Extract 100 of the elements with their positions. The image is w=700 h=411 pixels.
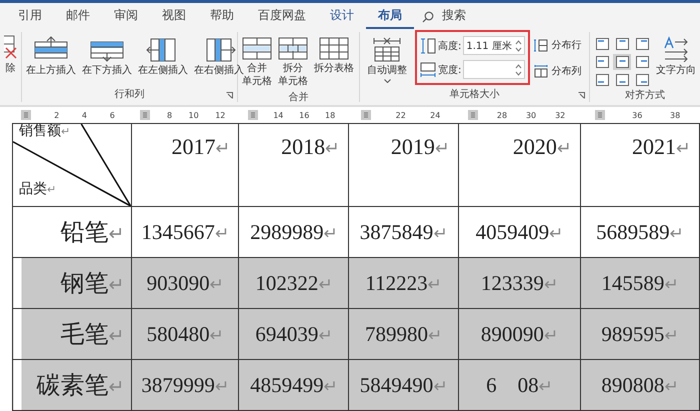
year-header: 2017↵ [171,134,230,160]
merge-table-icon [242,36,272,60]
text-direction-icon [663,36,689,62]
table-cell: 789980↵ [365,322,442,346]
align-icon [636,56,648,68]
table-cell: 694039↵ [255,322,332,346]
align-button[interactable] [633,72,651,88]
table-cell: 4059409↵ [476,220,564,244]
align-button[interactable] [613,72,631,88]
table-cell: 4859499↵ [250,372,338,396]
table-cell: 5849490↵ [360,372,448,396]
distribute-rows-icon [534,38,548,52]
delete-table-icon [4,34,18,60]
align-icon [616,74,628,86]
align-button[interactable] [593,72,611,88]
insert-button[interactable]: 在上方插入 [25,34,77,79]
ribbon-tab[interactable]: 布局 [366,4,414,29]
align-icon [636,74,648,86]
ruler-number: 36 [632,110,642,120]
column-marker-icon[interactable] [248,110,258,120]
insert-button[interactable]: 在右侧插入 [193,34,245,79]
search-tab[interactable]: 搜索 [434,4,478,29]
table-cell: 毛笔↵ [60,322,125,348]
align-icon [596,38,608,50]
ruler-number: 16 [299,110,310,120]
row-height-icon [420,38,436,54]
column-marker-icon[interactable] [361,110,372,120]
distribute-columns-icon [534,64,548,78]
column-marker-icon[interactable] [140,110,150,120]
split-button[interactable]: 拆分表格 [313,34,355,77]
table-cell: 2989989↵ [250,220,338,244]
delete-button[interactable]: 除 [6,62,16,75]
spin-arrows-icon[interactable] [515,38,522,52]
insert-button[interactable]: 在左侧插入 [137,34,189,79]
group-label: 行和列 [114,88,144,101]
align-button[interactable] [613,54,631,70]
column-marker-icon[interactable] [468,110,478,120]
ruler-number: 4 [82,110,88,120]
ruler-number: 6 [110,110,115,120]
height-field[interactable]: 1.11 厘米 [463,36,526,55]
split-table-icon [278,36,308,60]
table-cell: 890808↵ [601,372,678,396]
spin-arrows-icon[interactable] [515,62,522,76]
ruler-number: 14 [273,110,284,120]
ruler-number: 24 [430,110,440,120]
align-icon [616,56,628,68]
align-icon [616,38,628,50]
table-cell: 5689589↵ [596,220,684,244]
ribbon-tab[interactable]: 邮件 [54,4,102,29]
group-label: 单元格大小 [450,88,500,101]
column-marker-icon[interactable] [594,110,605,120]
dialog-launcher-icon[interactable] [578,92,585,99]
align-button[interactable] [613,36,631,52]
header-text: 品类↵ [19,180,56,198]
insert-button[interactable]: 在下方插入 [81,34,133,79]
align-button[interactable] [633,54,651,70]
align-icon [596,56,608,68]
distribute-rows-button[interactable]: 分布行 [534,38,582,52]
table-cell: 890090↵ [480,322,558,346]
table-cell: 580480↵ [146,322,224,346]
align-button[interactable] [633,36,651,52]
ribbon-tab[interactable]: 引用 [6,4,54,29]
group-label: 合并 [288,90,308,104]
ruler-number: 32 [555,110,566,120]
table-cell: 145589↵ [601,270,678,294]
ruler-number: 22 [396,110,406,120]
group-label: 对齐方式 [625,88,665,102]
ruler-number: 12 [215,110,226,120]
table-cell: 112223↵ [365,270,442,294]
align-button[interactable] [593,54,611,70]
split-button[interactable]: 拆分 单元格 [277,34,309,90]
column-marker-icon[interactable] [21,110,32,120]
ribbon-tab[interactable]: 百度网盘 [246,4,318,29]
align-icon [596,74,608,86]
autofit-button[interactable]: 自动调整 [363,34,411,85]
year-header: 2021↵ [632,134,691,160]
ribbon-tab[interactable]: 视图 [150,4,198,29]
distribute-columns-button[interactable]: 分布列 [534,64,582,78]
text-direction-button[interactable]: 文字方向 [655,34,697,79]
caret-icon [384,79,390,83]
width-field[interactable] [463,60,526,79]
align-icon [636,38,648,50]
align-button[interactable] [593,36,611,52]
ruler-number: 18 [325,110,336,120]
table-cell: 989595↵ [601,322,678,346]
column-width-icon [420,62,436,78]
ruler-number: 30 [526,110,536,120]
table-cell: 铅笔↵ [60,220,125,246]
ribbon-tab[interactable]: 设计 [318,4,366,29]
table-cell: 1345667↵ [141,220,229,244]
table-cell: 102322↵ [255,270,332,294]
ribbon-tab[interactable]: 审阅 [102,4,150,29]
table-cell: 钢笔↵ [60,271,125,297]
header-text: 销售额↵ [19,124,70,140]
table-cell: 3879999↵ [141,372,229,396]
table-cell: 123339↵ [480,270,558,294]
ribbon-tab[interactable]: 帮助 [198,4,246,29]
autofit-icon [372,36,402,62]
table-cell: 903090↵ [146,270,224,294]
dialog-launcher-icon[interactable] [226,92,233,99]
